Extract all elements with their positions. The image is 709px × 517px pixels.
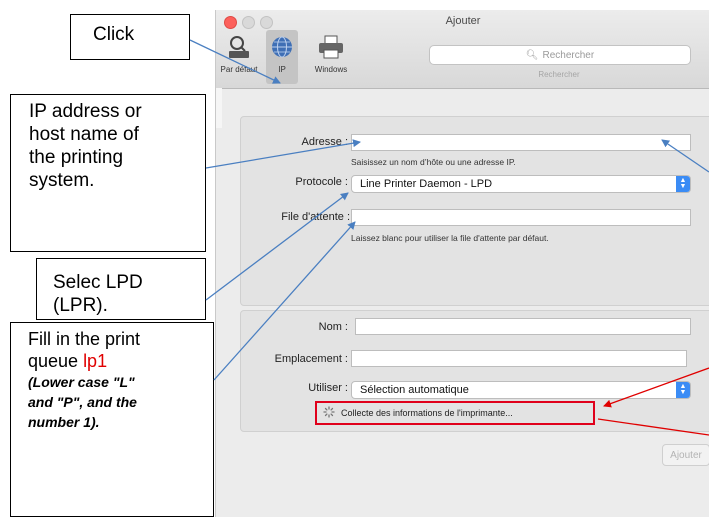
search-field[interactable]: 🔍︎ Rechercher xyxy=(429,45,691,65)
search-caption: Rechercher xyxy=(538,70,580,79)
queue-name-highlight: lp1 xyxy=(83,351,108,371)
printer-icon xyxy=(316,32,346,62)
chevron-updown-icon: ▲ ▼ xyxy=(676,176,690,192)
callout-fill-note: and "P", and the xyxy=(28,394,137,410)
add-button[interactable]: Ajouter xyxy=(662,444,709,466)
address-hint: Saisissez un nom d’hôte ou une adresse I… xyxy=(351,157,516,167)
protocol-value: Line Printer Daemon - LPD xyxy=(360,178,493,190)
callout-ip-line: the printing xyxy=(29,147,124,168)
callout-click-text: Click xyxy=(93,24,135,45)
location-input[interactable] xyxy=(351,350,687,367)
address-label: Adresse : xyxy=(301,136,348,148)
protocol-select[interactable]: Line Printer Daemon - LPD ▲ ▼ xyxy=(351,175,691,193)
driver-value: Sélection automatique xyxy=(360,384,469,396)
callout-fill-note: (Lower case "L" xyxy=(28,374,135,390)
driver-select[interactable]: Sélection automatique ▲ ▼ xyxy=(351,381,691,399)
callout-ip-line: host name of xyxy=(29,124,139,145)
location-label: Emplacement : xyxy=(274,353,348,365)
callout-ip-line: system. xyxy=(29,170,95,191)
callout-print-queue: Fill in the print queue lp1 (Lower case … xyxy=(10,322,214,517)
address-input[interactable] xyxy=(351,134,691,151)
name-input[interactable] xyxy=(355,318,691,335)
status-indicator: Collecte des informations de l'imprimant… xyxy=(315,401,595,425)
toolbar-ip-label: IP xyxy=(278,65,286,74)
queue-hint: Laissez blanc pour utiliser la file d'at… xyxy=(351,233,549,243)
callout-lpd: Selec LPD (LPR). xyxy=(36,258,206,320)
callout-ip-line: IP address or xyxy=(29,101,142,122)
callout-lpd-line: Selec LPD xyxy=(53,272,143,293)
search-placeholder: Rechercher xyxy=(542,49,595,61)
toolbar-windows-label: Windows xyxy=(314,65,348,74)
chevron-updown-icon: ▲ ▼ xyxy=(676,382,690,398)
search-icon: 🔍︎ xyxy=(525,49,539,61)
callout-click: Click xyxy=(70,14,190,60)
add-printer-window: Ajouter Par défaut IP Windows 🔍︎ Recherc… xyxy=(215,10,709,517)
magnifier-printer-icon xyxy=(224,32,254,62)
toolbar-windows-button[interactable]: Windows xyxy=(306,30,356,84)
protocol-label: Protocole : xyxy=(295,176,348,188)
toolbar-default-button[interactable]: Par défaut xyxy=(218,30,260,84)
callout-fill-line: Fill in the print xyxy=(28,329,141,349)
callout-lpd-line: (LPR). xyxy=(53,295,108,316)
spinner-icon xyxy=(323,406,335,420)
status-text: Collecte des informations de l'imprimant… xyxy=(341,408,513,418)
callout-fill-note: number 1). xyxy=(28,414,100,430)
queue-label: File d'attente : xyxy=(281,211,350,223)
callout-fill-line2: queue lp1 xyxy=(28,350,213,372)
globe-icon xyxy=(267,32,297,62)
name-label: Nom : xyxy=(318,321,348,333)
window-title: Ajouter xyxy=(445,15,481,27)
callout-fill-prefix: queue xyxy=(28,351,84,371)
queue-input[interactable] xyxy=(351,209,691,226)
callout-ip-address: IP address or host name of the printing … xyxy=(10,94,206,252)
toolbar-default-label: Par défaut xyxy=(220,65,258,74)
use-label: Utiliser : xyxy=(308,382,348,394)
window-toolbar: Ajouter Par défaut IP Windows 🔍︎ Recherc… xyxy=(216,10,709,89)
sidebar-strip xyxy=(216,88,222,128)
toolbar-ip-button[interactable]: IP xyxy=(266,30,298,84)
